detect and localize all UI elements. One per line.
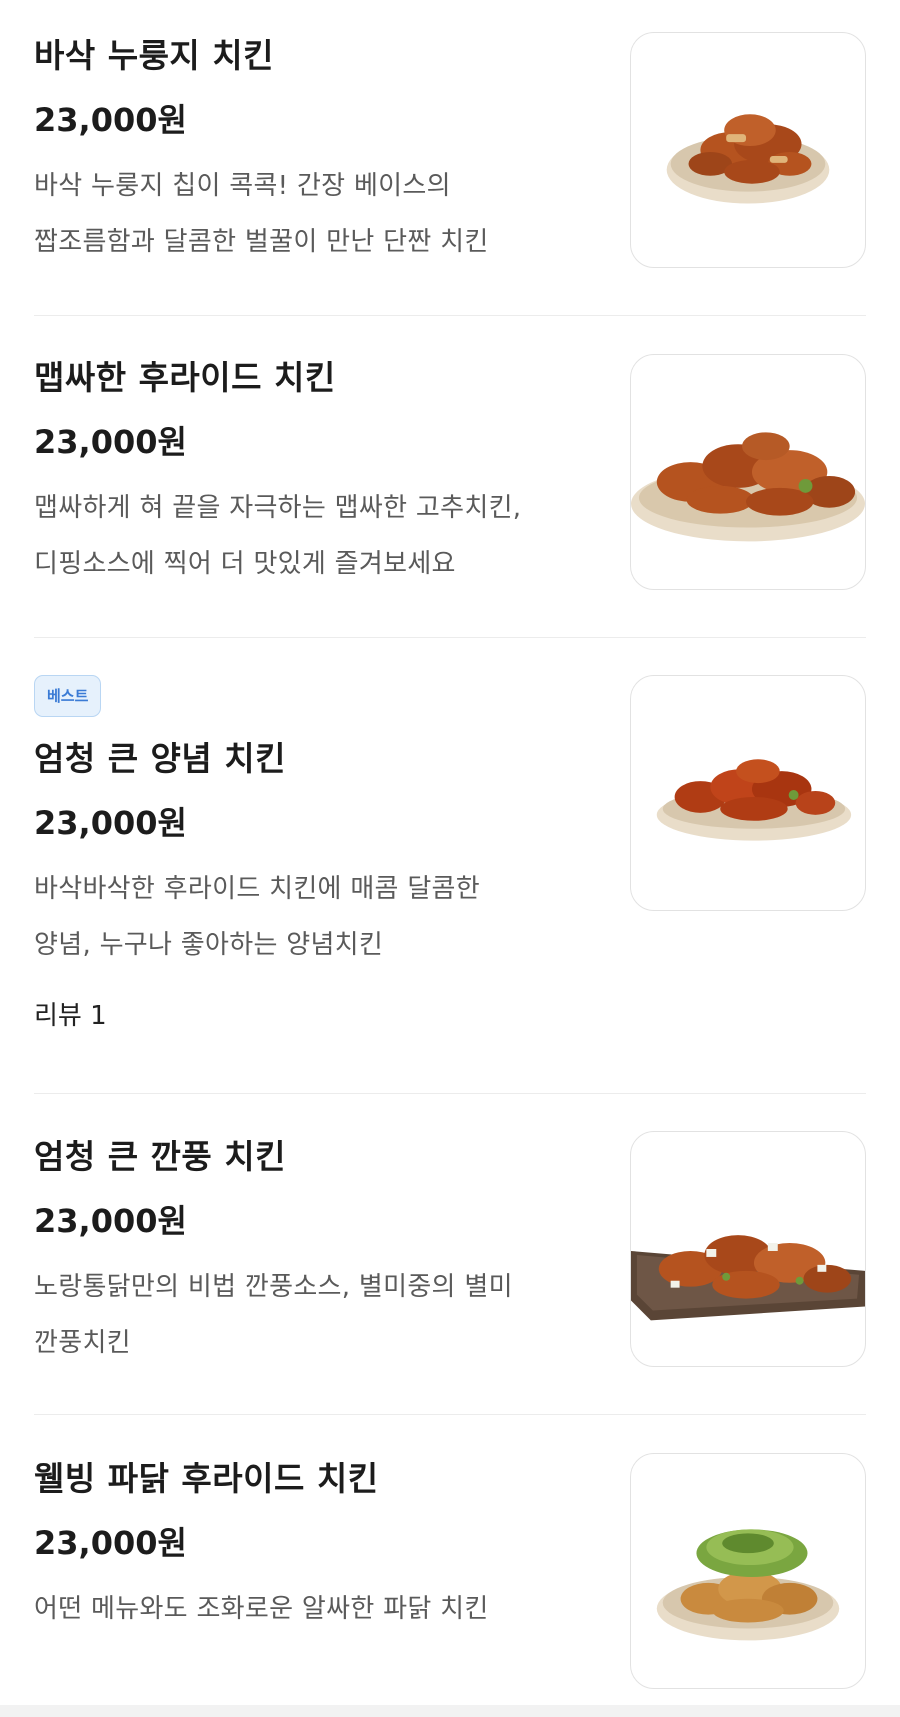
menu-item-description: 어떤 메뉴와도 조화로운 알싸한 파닭 치킨	[34, 1581, 594, 1637]
review-count[interactable]: 리뷰 1	[34, 999, 594, 1033]
menu-item-text: 베스트 엄청 큰 양념 치킨 23,000원 바삭바삭한 후라이드 치킨에 매콤…	[34, 675, 594, 1033]
menu-item-text: 웰빙 파닭 후라이드 치킨 23,000원 어떤 메뉴와도 조화로운 알싸한 파…	[34, 1459, 594, 1637]
menu-item-image[interactable]	[630, 1131, 866, 1367]
menu-item-spicy-fried-chicken[interactable]: 맵싸한 후라이드 치킨 23,000원 맵싸하게 혀 끝을 자극하는 맵싸한 고…	[34, 354, 866, 638]
menu-item-wellbeing-scallion-chicken[interactable]: 웰빙 파닭 후라이드 치킨 23,000원 어떤 메뉴와도 조화로운 알싸한 파…	[34, 1453, 866, 1703]
menu-item-price: 23,000원	[34, 423, 187, 461]
menu-item-name: 바삭 누룽지 치킨	[34, 36, 274, 75]
menu-item-image[interactable]	[630, 1453, 866, 1689]
bottom-bar	[0, 1705, 900, 1717]
divider	[34, 637, 866, 638]
menu-item-description: 노랑통닭만의 비법 깐풍소스, 별미중의 별미 깐풍치킨	[34, 1259, 594, 1371]
menu-item-name: 엄청 큰 깐풍 치킨	[34, 1137, 286, 1176]
description-line: 디핑소스에 찍어 더 맛있게 즐겨보세요	[34, 549, 456, 579]
menu-item-description: 바삭 누룽지 칩이 콕콕! 간장 베이스의 짭조름함과 달콤한 벌꿀이 만난 단…	[34, 158, 594, 270]
menu-item-image[interactable]	[630, 354, 866, 590]
description-line: 노랑통닭만의 비법 깐풍소스, 별미중의 별미	[34, 1272, 513, 1302]
menu-item-name: 엄청 큰 양념 치킨	[34, 739, 286, 778]
menu-item-name: 웰빙 파닭 후라이드 치킨	[34, 1459, 379, 1498]
menu-item-text: 엄청 큰 깐풍 치킨 23,000원 노랑통닭만의 비법 깐풍소스, 별미중의 …	[34, 1137, 594, 1371]
menu-item-price: 23,000원	[34, 1202, 187, 1240]
menu-item-description: 맵싸하게 혀 끝을 자극하는 맵싸한 고추치킨, 디핑소스에 찍어 더 맛있게 …	[34, 480, 594, 592]
menu-item-price: 23,000원	[34, 804, 187, 842]
description-line: 깐풍치킨	[34, 1328, 131, 1358]
menu-item-price: 23,000원	[34, 1524, 187, 1562]
chicken-plate-image	[656, 759, 852, 841]
menu-item-text: 바삭 누룽지 치킨 23,000원 바삭 누룽지 칩이 콕콕! 간장 베이스의 …	[34, 36, 594, 270]
chicken-plate-image	[631, 432, 865, 542]
menu-item-crispy-nurungji-chicken[interactable]: 바삭 누룽지 치킨 23,000원 바삭 누룽지 칩이 콕콕! 간장 베이스의 …	[34, 32, 866, 316]
chicken-plate-image	[631, 1235, 865, 1321]
description-line: 짭조름함과 달콤한 벌꿀이 만난 단짠 치킨	[34, 227, 489, 257]
chicken-plate-image	[656, 1529, 840, 1641]
menu-item-huge-kkanpung-chicken[interactable]: 엄청 큰 깐풍 치킨 23,000원 노랑통닭만의 비법 깐풍소스, 별미중의 …	[34, 1131, 866, 1415]
divider	[34, 315, 866, 316]
description-line: 맵싸하게 혀 끝을 자극하는 맵싸한 고추치킨,	[34, 493, 522, 523]
description-line: 바삭바삭한 후라이드 치킨에 매콤 달콤한	[34, 874, 480, 904]
chicken-plate-image	[666, 114, 830, 204]
description-line: 바삭 누룽지 칩이 콕콕! 간장 베이스의	[34, 171, 451, 201]
menu-item-text: 맵싸한 후라이드 치킨 23,000원 맵싸하게 혀 끝을 자극하는 맵싸한 고…	[34, 358, 594, 592]
menu-item-name: 맵싸한 후라이드 치킨	[34, 358, 336, 397]
description-line: 어떤 메뉴와도 조화로운 알싸한 파닭 치킨	[34, 1594, 489, 1624]
menu-item-image[interactable]	[630, 32, 866, 268]
menu-item-image[interactable]	[630, 675, 866, 911]
menu-item-description: 바삭바삭한 후라이드 치킨에 매콤 달콤한 양념, 누구나 좋아하는 양념치킨	[34, 861, 594, 973]
divider	[34, 1093, 866, 1094]
menu-item-huge-seasoned-chicken[interactable]: 베스트 엄청 큰 양념 치킨 23,000원 바삭바삭한 후라이드 치킨에 매콤…	[34, 675, 866, 1094]
menu-item-price: 23,000원	[34, 101, 187, 139]
divider	[34, 1414, 866, 1415]
best-badge: 베스트	[34, 675, 102, 717]
description-line: 양념, 누구나 좋아하는 양념치킨	[34, 930, 384, 960]
